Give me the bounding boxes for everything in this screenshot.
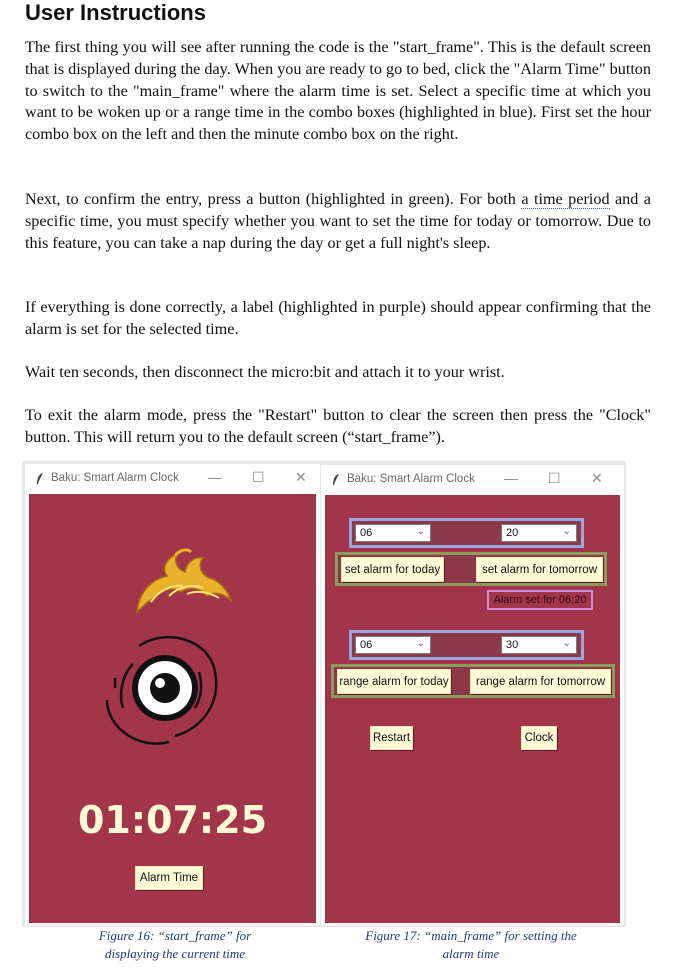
titlebar-main-frame: Baku: Smart Alarm Clock — ☐ ✕ (321, 465, 624, 495)
baku-eye-icon (105, 636, 218, 745)
minute-combo-value: 20 (506, 527, 519, 539)
baku-hair-icon (136, 548, 233, 615)
range-alarm-tomorrow-button[interactable]: range alarm for tomorrow (470, 669, 611, 694)
feather-icon (333, 474, 339, 485)
paragraph-label: If everything is done correctly, a label… (25, 298, 651, 338)
hour-combo-specific[interactable]: 06 ⌄ (355, 524, 431, 542)
minimize-button[interactable]: — (208, 469, 222, 485)
set-alarm-today-button[interactable]: set alarm for today (341, 557, 444, 582)
minute-combo-range[interactable]: 30 ⌄ (501, 636, 577, 654)
alarm-time-button[interactable]: Alarm Time (135, 866, 203, 890)
window-title: Baku: Smart Alarm Clock (51, 472, 179, 484)
set-alarm-tomorrow-button[interactable]: set alarm for tomorrow (476, 557, 603, 582)
clock-display: 01:07:25 (77, 798, 268, 842)
paragraph-intro: The first thing you will see after runni… (25, 38, 651, 144)
figure-17-caption: Figure 17: “main_frame” for setting the … (326, 927, 616, 963)
clock-button[interactable]: Clock (521, 726, 557, 750)
start-frame-content: 01:07:25 Alarm Time (29, 494, 316, 923)
range-alarm-today-button[interactable]: range alarm for today (337, 669, 451, 694)
chevron-down-icon: ⌄ (562, 526, 571, 537)
chevron-down-icon: ⌄ (416, 638, 425, 649)
paragraph-confirm-part1: Next, to confirm the entry, press a butt… (25, 190, 522, 208)
main-frame-content: 06 ⌄ 20 ⌄ set alarm for today set alarm … (325, 495, 620, 923)
paragraph-exit: To exit the alarm mode, press the "Resta… (25, 406, 651, 446)
minute-combo-specific[interactable]: 20 ⌄ (501, 524, 577, 542)
dotted-phrase: a time period (521, 190, 610, 209)
maximize-button[interactable]: ☐ (252, 469, 265, 486)
close-button[interactable]: ✕ (295, 469, 307, 486)
chevron-down-icon: ⌄ (416, 526, 425, 537)
alarm-set-label: Alarm set for 06:20 (487, 590, 593, 610)
main-frame-window: Baku: Smart Alarm Clock — ☐ ✕ 06 ⌄ 20 ⌄ … (321, 465, 624, 925)
paragraph-wait: Wait ten seconds, then disconnect the mi… (25, 363, 505, 381)
hour-combo-range[interactable]: 06 ⌄ (355, 636, 431, 654)
feather-icon (37, 473, 43, 484)
minimize-button[interactable]: — (504, 470, 518, 486)
figure-16-caption: Figure 16: “start_frame” for displaying … (40, 927, 310, 963)
close-button[interactable]: ✕ (591, 470, 603, 487)
figure-16-caption-line1: Figure 16: “start_frame” for (98, 928, 252, 943)
window-title: Baku: Smart Alarm Clock (347, 473, 475, 485)
maximize-button[interactable]: ☐ (548, 470, 561, 487)
figure-17-caption-line1: Figure 17: “main_frame” for setting the (365, 928, 577, 943)
start-frame-window: Baku: Smart Alarm Clock — ☐ ✕ 01:07:25 A… (25, 464, 320, 925)
hour-combo-value: 06 (360, 639, 373, 651)
paragraph-confirm: Next, to confirm the entry, press a butt… (25, 189, 651, 254)
figure-16-caption-line2: displaying the current time (105, 946, 245, 961)
titlebar-start-frame: Baku: Smart Alarm Clock — ☐ ✕ (25, 464, 320, 494)
chevron-down-icon: ⌄ (562, 638, 571, 649)
restart-button[interactable]: Restart (370, 726, 413, 750)
hour-combo-value: 06 (360, 527, 373, 539)
minute-combo-value: 30 (506, 639, 519, 651)
figure-17-caption-line2: alarm time (442, 946, 500, 961)
page-heading: User Instructions (25, 0, 206, 25)
